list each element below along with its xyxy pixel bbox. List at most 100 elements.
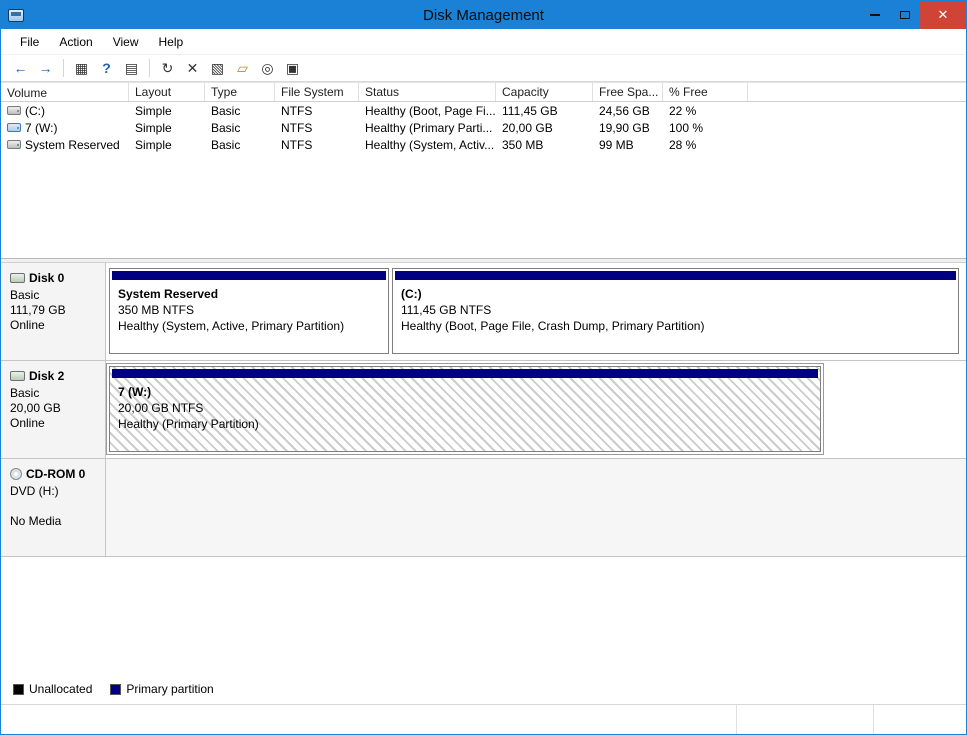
- menu-help[interactable]: Help: [150, 31, 193, 53]
- column-header-capacity[interactable]: Capacity: [496, 83, 593, 101]
- partition-color-band: [395, 271, 956, 280]
- partition-size: 20,00 GB NTFS: [118, 401, 820, 415]
- close-button[interactable]: ✕: [920, 1, 966, 29]
- export-list-icon[interactable]: ▤: [120, 57, 143, 79]
- cdrom-0-header[interactable]: CD-ROM 0 DVD (H:) No Media: [1, 459, 106, 556]
- minimize-button[interactable]: [860, 1, 890, 29]
- filesystem-cell: NTFS: [275, 104, 359, 118]
- cd-icon: [10, 468, 22, 480]
- type-cell: Basic: [205, 104, 275, 118]
- capacity-cell: 111,45 GB: [496, 104, 593, 118]
- search-icon[interactable]: ◎: [256, 57, 279, 79]
- toolbar: ← → ▦ ? ▤ ↻ ✕ ▧ ▱ ◎ ▣: [1, 55, 966, 82]
- delete-volume-icon[interactable]: ✕: [181, 57, 204, 79]
- partition-c[interactable]: (C:) 111,45 GB NTFS Healthy (Boot, Page …: [392, 268, 959, 354]
- status-bar-cell: [736, 705, 873, 734]
- disk-2-partitions: 7 (W:) 20,00 GB NTFS Healthy (Primary Pa…: [106, 361, 966, 458]
- column-header-type[interactable]: Type: [205, 83, 275, 101]
- column-header-freespace[interactable]: Free Spa...: [593, 83, 663, 101]
- title-bar: Disk Management ✕: [1, 1, 966, 29]
- drive-icon: [7, 106, 21, 115]
- open-folder-icon[interactable]: ▱: [231, 57, 254, 79]
- type-cell: Basic: [205, 138, 275, 152]
- disk-0-partitions: System Reserved 350 MB NTFS Healthy (Sys…: [106, 263, 966, 360]
- column-header-status[interactable]: Status: [359, 83, 496, 101]
- volume-row-w[interactable]: 7 (W:) Simple Basic NTFS Healthy (Primar…: [1, 119, 966, 136]
- properties-icon[interactable]: ▧: [206, 57, 229, 79]
- layout-cell: Simple: [129, 121, 205, 135]
- capacity-cell: 350 MB: [496, 138, 593, 152]
- refresh-icon[interactable]: ↻: [156, 57, 179, 79]
- column-header-layout[interactable]: Layout: [129, 83, 205, 101]
- close-icon: ✕: [938, 7, 949, 23]
- minimize-icon: [870, 14, 880, 16]
- volume-row-system-reserved[interactable]: System Reserved Simple Basic NTFS Health…: [1, 136, 966, 153]
- partition-size: 350 MB NTFS: [118, 303, 388, 317]
- maximize-button[interactable]: [890, 1, 920, 29]
- status-bar: [1, 704, 966, 734]
- partition-system-reserved[interactable]: System Reserved 350 MB NTFS Healthy (Sys…: [109, 268, 389, 354]
- partition-color-band: [112, 271, 386, 280]
- disk-2-header[interactable]: Disk 2 Basic 20,00 GB Online: [1, 361, 106, 458]
- help-icon[interactable]: ?: [95, 57, 118, 79]
- volume-cell: System Reserved: [1, 138, 129, 152]
- drive-icon: [7, 123, 21, 132]
- legend-label: Primary partition: [126, 682, 213, 696]
- cdrom-0-row: CD-ROM 0 DVD (H:) No Media: [1, 459, 966, 557]
- status-cell: Healthy (Boot, Page Fi...: [359, 104, 496, 118]
- cdrom-drive-letter: DVD (H:): [10, 484, 99, 499]
- disk-status: Online: [10, 416, 99, 431]
- percentfree-cell: 22 %: [663, 104, 748, 118]
- legend-primary-partition: Primary partition: [110, 682, 213, 696]
- legend-unallocated: Unallocated: [13, 682, 92, 696]
- disk-2-row: Disk 2 Basic 20,00 GB Online 7 (W:) 20,0…: [1, 361, 966, 459]
- type-cell: Basic: [205, 121, 275, 135]
- column-header-percentfree[interactable]: % Free: [663, 83, 748, 101]
- primary-partition-swatch: [110, 684, 121, 695]
- caption-buttons: ✕: [860, 1, 966, 29]
- volume-list-header: Volume Layout Type File System Status Ca…: [1, 83, 966, 102]
- window-title: Disk Management: [1, 7, 966, 24]
- disk-size: 111,79 GB: [10, 303, 99, 318]
- menu-bar: File Action View Help: [1, 29, 966, 55]
- partition-w-selected[interactable]: 7 (W:) 20,00 GB NTFS Healthy (Primary Pa…: [109, 366, 821, 452]
- legend-label: Unallocated: [29, 682, 92, 696]
- menu-file[interactable]: File: [11, 31, 48, 53]
- volume-row-c[interactable]: (C:) Simple Basic NTFS Healthy (Boot, Pa…: [1, 102, 966, 119]
- freespace-cell: 99 MB: [593, 138, 663, 152]
- partition-size: 111,45 GB NTFS: [401, 303, 958, 317]
- spacer-line: [10, 499, 99, 514]
- partition-color-band: [112, 369, 818, 378]
- device-manager-icon[interactable]: ▣: [281, 57, 304, 79]
- volume-list-pane: Volume Layout Type File System Status Ca…: [1, 82, 966, 258]
- disk-type: Basic: [10, 386, 99, 401]
- disk-0-header[interactable]: Disk 0 Basic 111,79 GB Online: [1, 263, 106, 360]
- maximize-icon: [900, 11, 910, 19]
- disk-management-window: Disk Management ✕ File Action View Help …: [0, 0, 967, 735]
- column-header-filler: [748, 83, 966, 101]
- forward-icon[interactable]: →: [34, 57, 57, 79]
- filesystem-cell: NTFS: [275, 121, 359, 135]
- disk-icon: [10, 371, 25, 381]
- back-icon[interactable]: ←: [9, 57, 32, 79]
- menu-view[interactable]: View: [104, 31, 148, 53]
- console-tree-icon[interactable]: ▦: [70, 57, 93, 79]
- layout-cell: Simple: [129, 138, 205, 152]
- partition-status: Healthy (Primary Partition): [118, 417, 820, 431]
- status-cell: Healthy (System, Activ...: [359, 138, 496, 152]
- disk-name: Disk 0: [29, 271, 64, 285]
- status-cell: Healthy (Primary Parti...: [359, 121, 496, 135]
- partition-name: 7 (W:): [118, 385, 820, 399]
- toolbar-separator: [63, 59, 64, 77]
- column-header-volume[interactable]: Volume: [1, 83, 129, 101]
- partition-status: Healthy (System, Active, Primary Partiti…: [118, 319, 388, 333]
- disk-name: CD-ROM 0: [26, 467, 85, 481]
- disk-name: Disk 2: [29, 369, 64, 383]
- volume-label: 7 (W:): [25, 121, 57, 135]
- menu-action[interactable]: Action: [50, 31, 101, 53]
- percentfree-cell: 28 %: [663, 138, 748, 152]
- layout-cell: Simple: [129, 104, 205, 118]
- unallocated-swatch: [13, 684, 24, 695]
- status-bar-cell: [873, 705, 966, 734]
- column-header-filesystem[interactable]: File System: [275, 83, 359, 101]
